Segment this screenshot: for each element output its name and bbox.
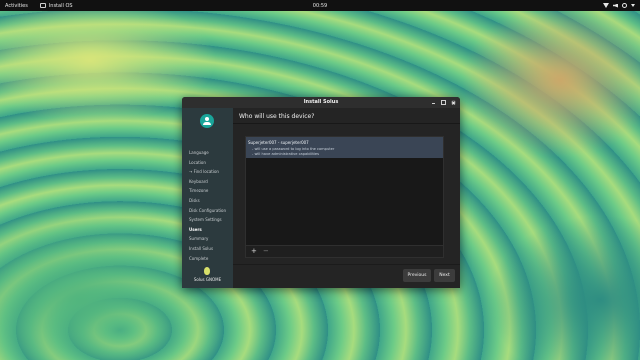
user-avatar-icon <box>200 114 214 128</box>
maximize-icon[interactable] <box>441 100 446 105</box>
avatar-body <box>203 122 211 125</box>
installer-app-icon <box>39 3 46 8</box>
step-install-solus: Install Solus <box>189 245 214 251</box>
previous-button[interactable]: Previous <box>403 269 431 282</box>
user-detail-password: - will use a password to log into the co… <box>252 147 335 151</box>
activities-button[interactable]: Activities <box>5 3 28 9</box>
add-user-button[interactable]: + <box>251 247 257 256</box>
app-menu-label: Install OS <box>48 2 73 9</box>
step-complete: Complete <box>189 255 209 261</box>
step-language: Language <box>189 150 209 155</box>
clock[interactable]: 00:59 <box>300 3 340 9</box>
avatar-head <box>205 117 209 121</box>
solus-logo-icon <box>204 267 210 275</box>
step-find-location: → Find location <box>189 169 219 175</box>
window-controls <box>431 100 456 105</box>
step-timezone: Timezone <box>189 188 209 194</box>
menu-caret-icon[interactable] <box>631 4 635 7</box>
steps-list: Language Location → Find location Keyboa… <box>189 148 226 263</box>
header-divider <box>233 123 460 124</box>
brand-name: Solus GNOME <box>193 277 222 282</box>
step-system-settings: System Settings <box>189 217 222 223</box>
system-tray[interactable] <box>603 2 635 9</box>
window-title: Install Solus <box>303 99 339 105</box>
window-titlebar[interactable]: Install Solus <box>182 97 460 108</box>
step-disk-configuration: Disk Configuration <box>189 207 226 213</box>
network-icon[interactable] <box>603 3 609 8</box>
step-users: Users <box>189 226 202 232</box>
user-list: Superjeter007 - superjeter007 - will use… <box>245 136 444 246</box>
installer-window: Install Solus Language Location → Find l… <box>182 97 460 288</box>
user-heading: Superjeter007 - superjeter007 <box>248 140 309 145</box>
footer-divider <box>233 264 460 265</box>
step-keyboard: Keyboard <box>189 178 208 184</box>
power-icon[interactable] <box>622 3 627 8</box>
volume-icon[interactable] <box>613 3 618 8</box>
app-menu[interactable]: Install OS <box>39 2 73 9</box>
user-detail-admin: - will have administrative capabilities <box>252 152 320 156</box>
user-list-item[interactable]: Superjeter007 - superjeter007 - will use… <box>246 137 443 158</box>
page-title: Who will use this device? <box>239 113 315 120</box>
minimize-icon[interactable] <box>431 100 436 105</box>
step-summary: Summary <box>189 236 209 242</box>
next-button[interactable]: Next <box>434 269 455 282</box>
remove-user-button[interactable]: − <box>263 247 269 256</box>
user-list-toolbar: + − <box>245 246 444 258</box>
close-icon[interactable] <box>451 100 456 105</box>
main-content: Who will use this device? Superjeter007 … <box>233 108 460 288</box>
step-disks: Disks <box>189 197 200 203</box>
step-location: Location <box>189 159 206 165</box>
top-bar: Activities Install OS 00:59 <box>0 0 640 11</box>
steps-sidebar: Language Location → Find location Keyboa… <box>182 108 233 288</box>
